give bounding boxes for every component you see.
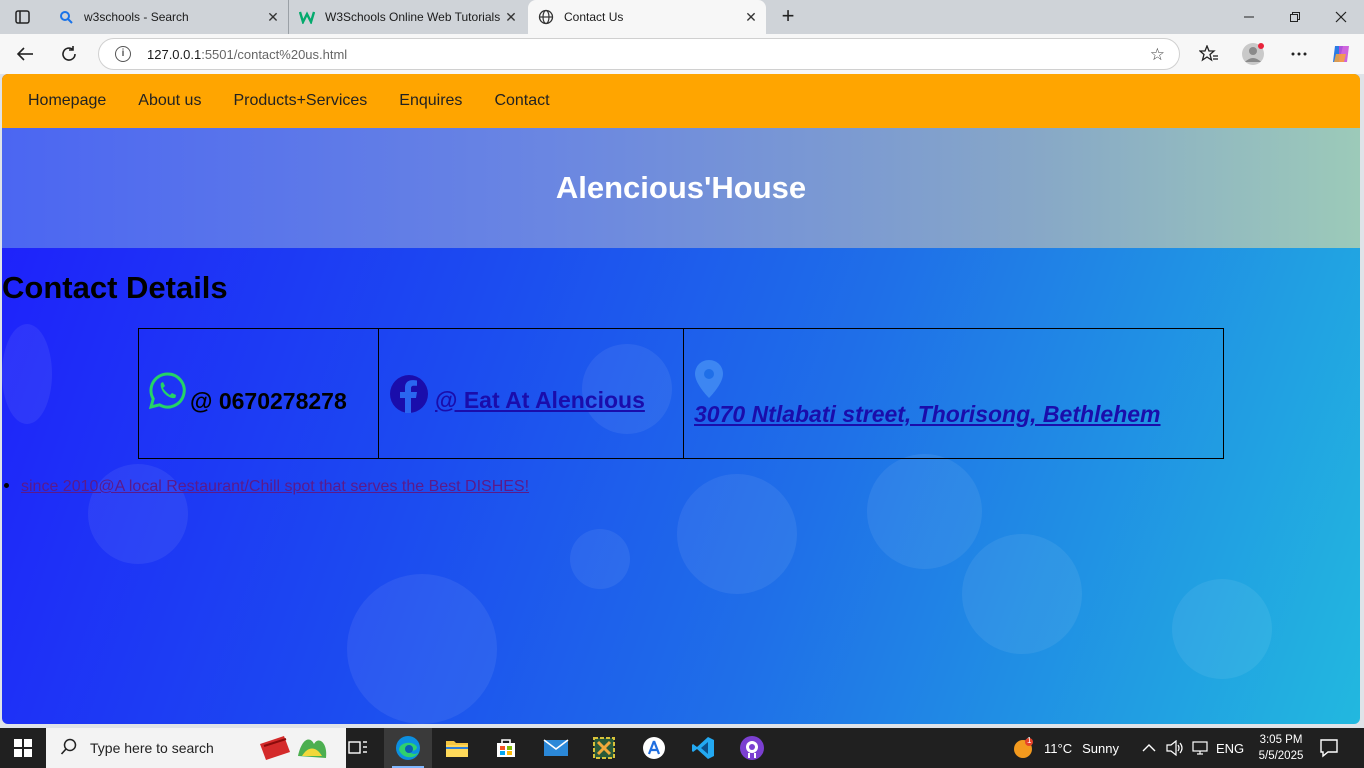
- facebook-link[interactable]: @ Eat At Alencious: [389, 374, 673, 414]
- weather-widget[interactable]: 1 11°C Sunny: [1012, 728, 1119, 768]
- phone-number: @ 0670278278: [190, 388, 347, 414]
- location-pin-icon: [695, 360, 723, 398]
- background-bubble: [867, 454, 982, 569]
- favorite-star-icon[interactable]: ☆: [1150, 45, 1165, 65]
- whatsapp-icon: [148, 372, 186, 410]
- close-window-icon[interactable]: [1318, 0, 1364, 34]
- refresh-icon[interactable]: [56, 42, 82, 66]
- address-link[interactable]: 3070 Ntlabati street, Thorisong, Bethleh…: [694, 401, 1161, 427]
- page-viewport: Homepage About us Products+Services Enqu…: [2, 74, 1360, 724]
- minimize-icon[interactable]: [1226, 0, 1272, 34]
- tagline-list-item: since 2010@A local Restaurant/Chill spot…: [2, 478, 529, 496]
- phone-cell: @ 0670278278: [138, 328, 379, 459]
- nav-homepage[interactable]: Homepage: [12, 92, 122, 110]
- site-info-icon[interactable]: i: [115, 46, 131, 62]
- close-tab-icon[interactable]: ✕: [744, 10, 758, 24]
- network-icon[interactable]: [1192, 728, 1210, 768]
- favorites-icon[interactable]: [1196, 42, 1222, 66]
- nav-enquires[interactable]: Enquires: [383, 92, 478, 110]
- weather-temperature: 11°C: [1044, 740, 1073, 756]
- volume-icon[interactable]: [1166, 728, 1184, 768]
- tab-title: W3Schools Online Web Tutorials: [325, 10, 501, 24]
- url-text: 127.0.0.1:5501/contact%20us.html: [147, 47, 348, 62]
- bullet-dot: [4, 483, 9, 488]
- language-indicator[interactable]: ENG: [1216, 728, 1244, 768]
- nav-products-services[interactable]: Products+Services: [217, 92, 383, 110]
- vscode-icon[interactable]: [679, 728, 727, 768]
- clock-date: 5/5/2025: [1258, 750, 1304, 762]
- tab-title: w3schools - Search: [84, 10, 189, 24]
- nav-contact[interactable]: Contact: [478, 92, 565, 110]
- site-header: Alencious'House: [2, 128, 1360, 248]
- background-bubble: [570, 529, 630, 589]
- task-view-icon[interactable]: [334, 728, 382, 768]
- tab-w3schools-tutorials[interactable]: W3Schools Online Web Tutorials ✕: [288, 0, 526, 34]
- search-placeholder: Type here to search: [90, 740, 214, 756]
- tagline-link[interactable]: since 2010@A local Restaurant/Chill spot…: [21, 478, 529, 495]
- settings-gear-icon[interactable]: [630, 728, 678, 768]
- tab-contact-us[interactable]: Contact Us ✕: [528, 0, 766, 34]
- close-tab-icon[interactable]: ✕: [266, 10, 280, 24]
- background-bubble: [1172, 579, 1272, 679]
- background-bubble: [962, 534, 1082, 654]
- close-tab-icon[interactable]: ✕: [504, 10, 518, 24]
- windows-start-icon[interactable]: [0, 728, 46, 768]
- nav-about-us[interactable]: About us: [122, 92, 217, 110]
- weather-badge: 1: [1027, 736, 1032, 745]
- system-clock[interactable]: 3:05 PM 5/5/2025: [1252, 732, 1310, 764]
- taskbar: Type here to search 1 11°C Sunny ENG 3:0…: [0, 728, 1364, 768]
- back-icon[interactable]: [12, 42, 38, 66]
- globe-icon: [538, 9, 554, 25]
- show-hidden-icons-chevron-icon[interactable]: [1142, 728, 1156, 768]
- profile-avatar-icon[interactable]: [1240, 42, 1266, 66]
- search-icon: [60, 738, 78, 759]
- contact-heading: Contact Details: [2, 270, 228, 305]
- search-icon: [58, 9, 74, 25]
- background-bubble: [677, 474, 797, 594]
- github-desktop-icon[interactable]: [728, 728, 776, 768]
- more-options-icon[interactable]: [1286, 42, 1312, 66]
- browser-toolbar: i 127.0.0.1:5501/contact%20us.html ☆: [0, 34, 1364, 74]
- facebook-cell: @ Eat At Alencious: [378, 328, 684, 459]
- new-tab-icon[interactable]: +: [776, 5, 800, 29]
- clock-time: 3:05 PM: [1259, 734, 1303, 746]
- microsoft-store-icon[interactable]: [482, 728, 530, 768]
- background-bubble: [2, 324, 52, 424]
- edge-browser-icon[interactable]: [384, 728, 432, 768]
- browser-tab-bar: w3schools - Search ✕ W3Schools Online We…: [0, 0, 1364, 34]
- tab-w3schools-search[interactable]: w3schools - Search ✕: [48, 0, 288, 34]
- w3schools-icon: [299, 9, 315, 25]
- address-bar[interactable]: i 127.0.0.1:5501/contact%20us.html ☆: [98, 38, 1180, 70]
- facebook-icon: [390, 374, 428, 413]
- notification-center-icon[interactable]: [1318, 737, 1340, 764]
- taskbar-search-box[interactable]: Type here to search: [46, 728, 346, 768]
- whatsapp-link[interactable]: [148, 372, 190, 415]
- address-cell: 3070 Ntlabati street, Thorisong, Bethleh…: [683, 328, 1224, 459]
- search-highlight-image: [258, 732, 332, 767]
- contact-table: @ 0670278278 @ Eat At Alencious 3070 Ntl…: [138, 328, 1224, 459]
- snipping-tool-icon[interactable]: [580, 728, 628, 768]
- weather-description: Sunny: [1082, 740, 1119, 756]
- copilot-icon[interactable]: [1328, 42, 1354, 66]
- tab-actions-icon[interactable]: [8, 6, 36, 28]
- background-bubble: [347, 574, 497, 724]
- restore-icon[interactable]: [1272, 0, 1318, 34]
- site-title: Alencious'House: [555, 170, 807, 205]
- site-navigation: Homepage About us Products+Services Enqu…: [2, 74, 1360, 128]
- mail-icon[interactable]: [532, 728, 580, 768]
- file-explorer-icon[interactable]: [433, 728, 481, 768]
- facebook-label: @ Eat At Alencious: [435, 386, 645, 413]
- tab-title: Contact Us: [564, 10, 624, 24]
